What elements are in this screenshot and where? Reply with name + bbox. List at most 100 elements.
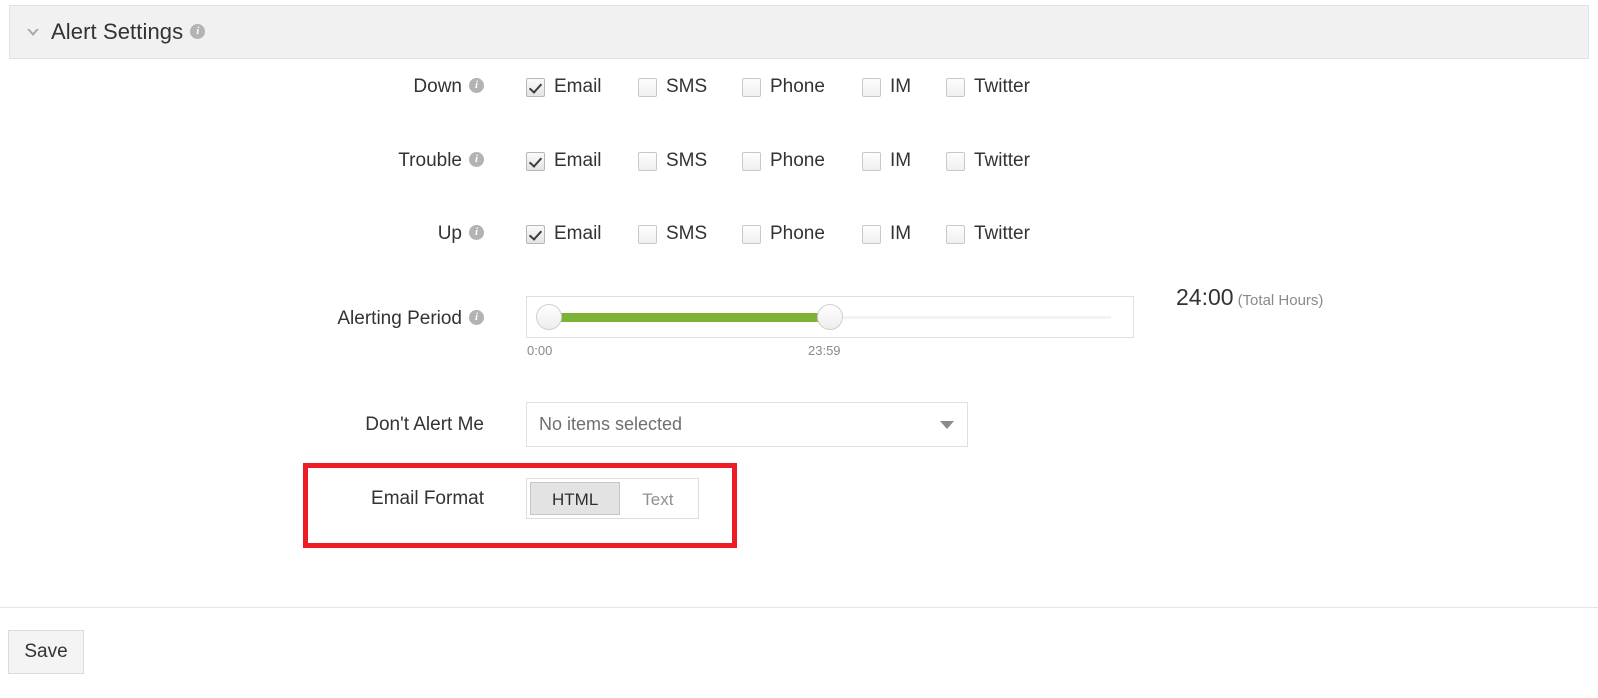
info-icon[interactable]: i [190, 23, 206, 39]
dont-alert-me-value: No items selected [539, 414, 683, 434]
checkbox-group-trouble: Email SMS Phone IM Twitter [526, 150, 1048, 172]
checkbox-label: Email [554, 76, 602, 97]
row-label-down-text: Down [413, 76, 462, 97]
row-label-dont-alert-me: Don't Alert Me [0, 414, 484, 436]
checkbox-label: Phone [770, 76, 825, 97]
alert-row-trouble: Trouble i Email SMS Phone IM Twitter [0, 150, 1598, 172]
checkbox-group-down: Email SMS Phone IM Twitter [526, 76, 1048, 98]
save-button[interactable]: Save [8, 630, 84, 674]
row-label-up: Up i [0, 223, 484, 245]
checkbox-box[interactable] [638, 151, 657, 171]
checkbox-box[interactable] [638, 224, 657, 244]
dont-alert-me-select[interactable]: No items selected [526, 402, 968, 447]
checkbox-box[interactable] [862, 77, 881, 97]
checkbox-trouble-phone[interactable]: Phone [742, 150, 844, 172]
alerting-period-row: Alerting Period i 0:00 23:59 24:00 (Total … [0, 284, 1598, 363]
checkbox-label: Twitter [974, 223, 1030, 244]
slider-tick-labels: 0:00 23:59 [526, 343, 1134, 363]
caret-down-icon[interactable] [940, 420, 954, 429]
checkbox-label: SMS [666, 223, 708, 244]
row-label-dont-alert-me-text: Don't Alert Me [365, 413, 484, 435]
checkbox-down-email[interactable]: Email [526, 76, 620, 98]
footer-divider [0, 607, 1598, 608]
checkbox-label: Twitter [974, 150, 1030, 171]
email-format-field: HTML Text [526, 478, 1598, 519]
row-label-alerting-period: Alerting Period i [0, 296, 484, 330]
checkbox-up-phone[interactable]: Phone [742, 223, 844, 245]
checkbox-trouble-sms[interactable]: SMS [638, 150, 724, 172]
checkbox-box[interactable] [946, 151, 965, 171]
email-format-option-text[interactable]: Text [620, 482, 695, 515]
checkbox-up-email[interactable]: Email [526, 223, 620, 245]
checkbox-up-sms[interactable]: SMS [638, 223, 724, 245]
info-icon[interactable]: i [469, 310, 484, 326]
checkbox-label: IM [890, 76, 912, 97]
checkbox-trouble-twitter[interactable]: Twitter [946, 150, 1030, 172]
checkbox-label: IM [890, 223, 912, 244]
email-format-option-html[interactable]: HTML [530, 482, 621, 515]
checkbox-label: Email [554, 150, 602, 171]
checkbox-up-im[interactable]: IM [862, 223, 928, 245]
row-label-alerting-period-text: Alerting Period [337, 308, 462, 329]
alert-settings-form: Down i Email SMS Phone IM Twitter Troubl… [0, 60, 1598, 600]
checkbox-box[interactable] [742, 151, 761, 171]
alerting-period-field: 0:00 23:59 24:00 (Total Hours) [526, 284, 1598, 363]
chevron-down-icon[interactable] [24, 23, 42, 41]
checkbox-box[interactable] [638, 77, 657, 97]
row-label-trouble-text: Trouble [398, 150, 462, 171]
row-label-trouble: Trouble i [0, 150, 484, 172]
checkbox-trouble-email[interactable]: Email [526, 150, 620, 172]
checkbox-box[interactable] [862, 151, 881, 171]
checkbox-down-sms[interactable]: SMS [638, 76, 724, 98]
checkbox-down-phone[interactable]: Phone [742, 76, 844, 98]
slider-selected-range [554, 312, 831, 322]
alerting-period-slider-wrap: 0:00 23:59 [526, 296, 1134, 363]
alert-row-up-field: Email SMS Phone IM Twitter [526, 223, 1598, 245]
total-hours-value: 24:00 [1176, 284, 1234, 310]
email-format-toggle-group: HTML Text [526, 478, 700, 519]
checkbox-up-twitter[interactable]: Twitter [946, 223, 1030, 245]
checkbox-box[interactable] [946, 77, 965, 97]
checkbox-label: SMS [666, 76, 708, 97]
checkbox-label: Phone [770, 150, 825, 171]
checkbox-trouble-im[interactable]: IM [862, 150, 928, 172]
checkbox-down-im[interactable]: IM [862, 76, 928, 98]
slider-tick-start: 0:00 [527, 343, 553, 358]
alert-row-down-field: Email SMS Phone IM Twitter [526, 76, 1598, 98]
checkbox-label: Twitter [974, 76, 1030, 97]
alert-settings-panel-header[interactable]: Alert Settings i [9, 5, 1589, 59]
checkbox-label: Phone [770, 223, 825, 244]
checkbox-box[interactable] [946, 224, 965, 244]
checkbox-down-twitter[interactable]: Twitter [946, 76, 1030, 98]
row-label-email-format-text: Email Format [371, 487, 484, 509]
row-label-down: Down i [0, 76, 484, 98]
dont-alert-me-field: No items selected [526, 402, 1598, 447]
checkbox-box[interactable] [526, 151, 545, 171]
checkbox-label: SMS [666, 150, 708, 171]
total-hours-unit: (Total Hours) [1237, 292, 1324, 309]
checkbox-group-up: Email SMS Phone IM Twitter [526, 223, 1048, 245]
info-icon[interactable]: i [469, 152, 484, 168]
checkbox-box[interactable] [526, 224, 545, 244]
alert-row-up: Up i Email SMS Phone IM Twitter [0, 223, 1598, 245]
row-label-email-format: Email Format [0, 488, 484, 510]
alerting-period-slider[interactable] [526, 296, 1134, 338]
row-label-up-text: Up [437, 223, 462, 244]
info-icon[interactable]: i [469, 78, 484, 94]
alert-row-down: Down i Email SMS Phone IM Twitter [0, 76, 1598, 98]
checkbox-box[interactable] [526, 77, 545, 97]
page-title: Alert Settings [51, 19, 184, 44]
total-hours-readout: 24:00 (Total Hours) [1176, 284, 1323, 311]
slider-handle-start[interactable] [536, 304, 562, 330]
slider-handle-end[interactable] [817, 304, 843, 330]
checkbox-label: Email [554, 223, 602, 244]
checkbox-box[interactable] [862, 224, 881, 244]
alert-row-trouble-field: Email SMS Phone IM Twitter [526, 150, 1598, 172]
email-format-row: Email Format HTML Text [0, 478, 1598, 519]
slider-tick-end: 23:59 [808, 343, 841, 358]
info-icon[interactable]: i [469, 225, 484, 241]
checkbox-label: IM [890, 150, 912, 171]
checkbox-box[interactable] [742, 77, 761, 97]
dont-alert-me-row: Don't Alert Me No items selected [0, 402, 1598, 447]
checkbox-box[interactable] [742, 224, 761, 244]
